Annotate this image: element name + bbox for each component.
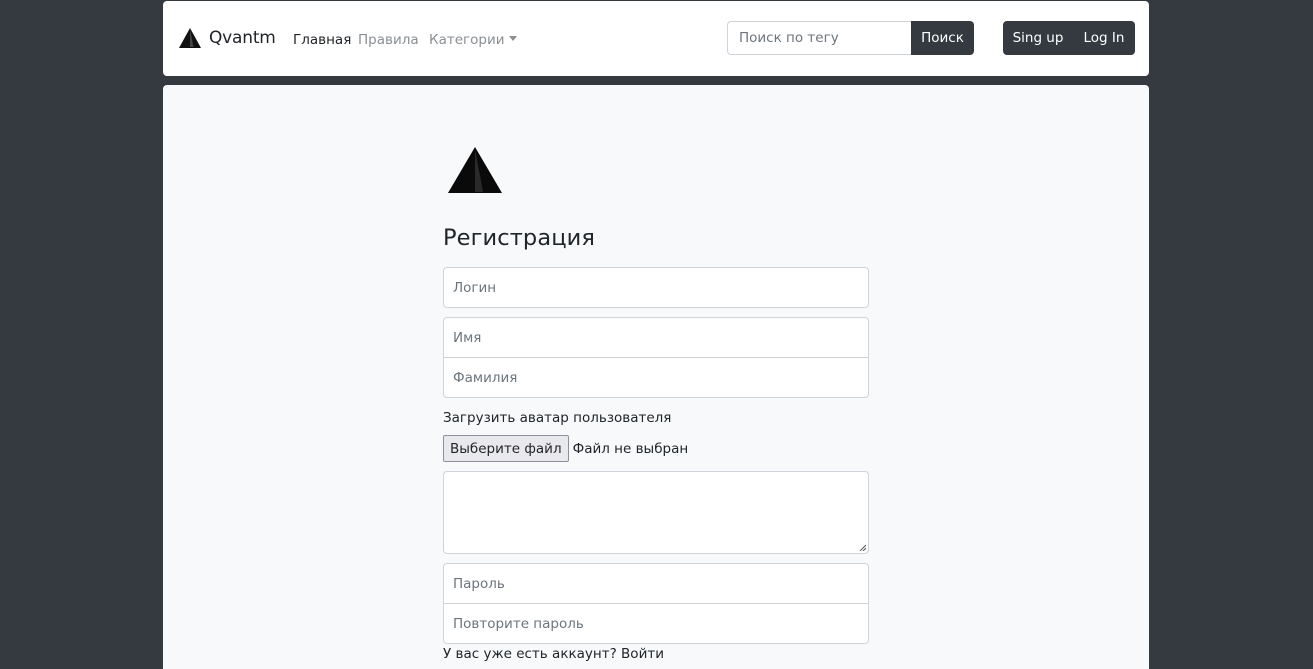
nav-link-categories[interactable]: Категории: [429, 32, 517, 48]
auth-button-group: Sing up Log In: [1003, 21, 1135, 55]
form-logo: [447, 146, 503, 198]
login-link[interactable]: Войти: [621, 646, 664, 662]
nav-link-rules[interactable]: Правила: [358, 32, 419, 48]
resize-grip-icon[interactable]: [859, 544, 866, 551]
about-textarea[interactable]: [443, 471, 869, 554]
avatar-file-input: Выберите файл Файл не выбран: [443, 435, 688, 462]
login-button[interactable]: Log In: [1073, 21, 1135, 55]
have-account-text: У вас уже есть аккаунт? Войти: [443, 646, 664, 662]
login-field[interactable]: [443, 267, 869, 308]
search-button[interactable]: Поиск: [911, 21, 974, 55]
triangle-logo-icon: [179, 28, 201, 48]
search-input[interactable]: [727, 21, 912, 55]
navbar: Qvantm Главная Правила Категории Поиск S…: [163, 1, 1149, 76]
first-name-field[interactable]: [443, 317, 869, 358]
file-status: Файл не выбран: [572, 440, 689, 457]
signup-button[interactable]: Sing up: [1003, 21, 1073, 55]
main-panel: Регистрация Загрузить аватар пользовател…: [163, 85, 1149, 669]
triangle-logo-icon: [448, 147, 502, 193]
last-name-field[interactable]: [443, 357, 869, 398]
have-account-label: У вас уже есть аккаунт?: [443, 646, 617, 662]
repeat-password-field[interactable]: [443, 603, 869, 644]
page-title: Регистрация: [443, 225, 595, 251]
brand[interactable]: Qvantm: [178, 27, 276, 49]
password-field[interactable]: [443, 563, 869, 604]
nav-link-home[interactable]: Главная: [293, 32, 351, 48]
avatar-upload-label: Загрузить аватар пользователя: [443, 410, 672, 426]
brand-name: Qvantm: [209, 28, 276, 48]
nav-link-categories-label: Категории: [429, 32, 505, 48]
chevron-down-icon: [508, 36, 517, 41]
choose-file-button[interactable]: Выберите файл: [443, 435, 569, 462]
